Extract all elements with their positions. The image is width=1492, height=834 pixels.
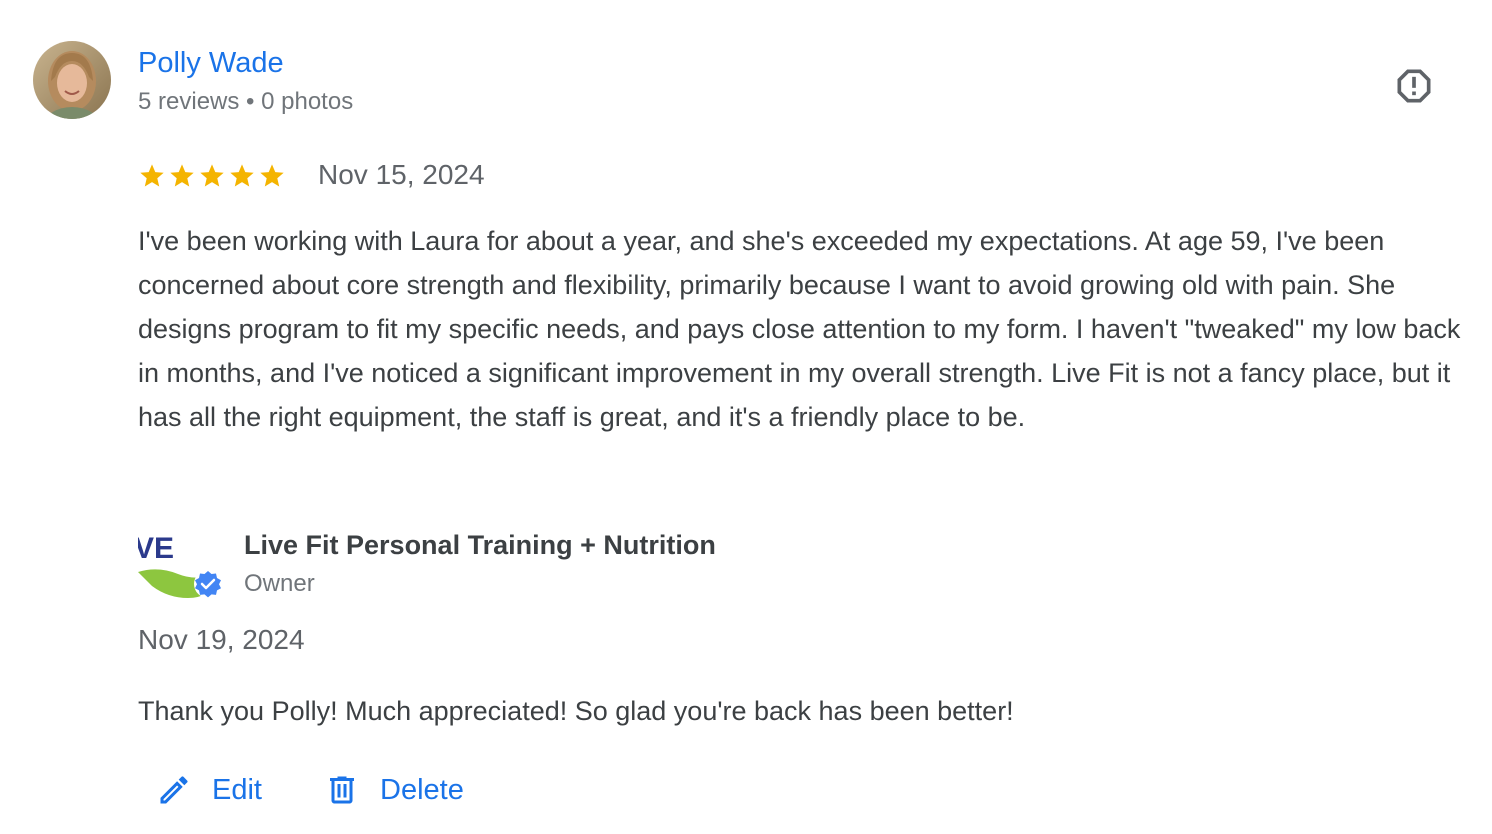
reviewer-meta: 5 reviews • 0 photos: [138, 86, 353, 118]
meta-separator: •: [246, 88, 255, 115]
star-icon: [230, 164, 254, 187]
star-rating: [138, 162, 286, 190]
delete-button[interactable]: Delete: [324, 766, 464, 814]
owner-logo: VE: [138, 528, 226, 600]
reviews-count: 5 reviews: [138, 88, 240, 115]
review-card: Polly Wade 5 reviews • 0 photos Nov 15, …: [0, 0, 1492, 834]
reviewer-name[interactable]: Polly Wade: [138, 44, 284, 82]
logo-text: VE: [138, 532, 174, 565]
trash-icon: [330, 776, 354, 804]
star-icon: [260, 164, 284, 187]
edit-label: Edit: [212, 774, 262, 806]
photos-count: 0 photos: [261, 88, 354, 115]
pencil-icon: [160, 776, 188, 804]
owner-role: Owner: [244, 570, 315, 597]
owner-business-name: Live Fit Personal Training + Nutrition: [244, 530, 716, 560]
reviewer-avatar[interactable]: [33, 41, 111, 119]
review-date: Nov 15, 2024: [318, 159, 485, 190]
report-icon[interactable]: [1392, 64, 1436, 108]
edit-button[interactable]: Edit: [156, 766, 262, 814]
delete-label: Delete: [380, 774, 464, 806]
star-icon: [140, 164, 164, 187]
reply-text: Thank you Polly! Much appreciated! So gl…: [138, 696, 1014, 726]
star-icon: [200, 164, 224, 187]
star-icon: [170, 164, 194, 187]
avatar-photo: [33, 41, 111, 119]
reply-date: Nov 19, 2024: [138, 624, 305, 655]
review-text: I've been working with Laura for about a…: [138, 226, 1461, 432]
